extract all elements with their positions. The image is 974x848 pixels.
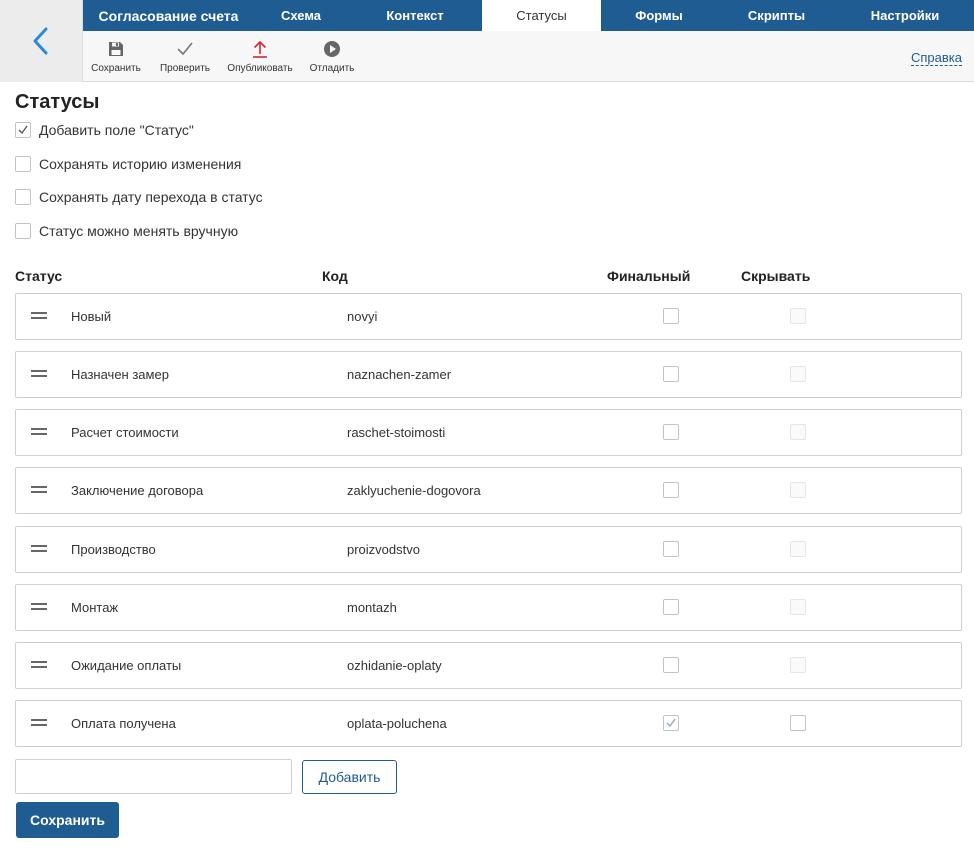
status-code: montazh [347, 600, 397, 615]
status-code: zaklyuchenie-dogovora [347, 483, 481, 498]
status-row: Производство proizvodstvo [15, 526, 962, 573]
manual-status-change-label: Статус можно менять вручную [39, 223, 239, 239]
drag-handle-icon[interactable] [31, 370, 47, 378]
final-checkbox[interactable] [663, 424, 679, 440]
tab-schema[interactable]: Схема [254, 0, 348, 31]
status-row: Оплата получена oplata-poluchena [15, 700, 962, 747]
final-checkbox[interactable] [663, 541, 679, 557]
hide-checkbox [790, 308, 806, 324]
toolbar: Сохранить Проверить Опубликовать Отладит… [83, 31, 974, 82]
hide-checkbox[interactable] [790, 715, 806, 731]
status-row: Новый novyi [15, 293, 962, 340]
status-row: Заключение договора zaklyuchenie-dogovor… [15, 467, 962, 514]
status-code: novyi [347, 309, 378, 324]
column-header-hide: Скрывать [741, 268, 811, 284]
hide-checkbox [790, 424, 806, 440]
status-code: ozhidanie-oplaty [347, 658, 442, 673]
checkmark-icon [176, 39, 194, 59]
save-transition-date-option[interactable]: Сохранять дату перехода в статус [15, 188, 263, 206]
status-name: Расчет стоимости [71, 425, 179, 440]
status-code: oplata-poluchena [347, 716, 447, 731]
back-button[interactable] [0, 0, 83, 82]
page-title: Статусы [15, 91, 100, 113]
publish-tool-label: Опубликовать [227, 62, 293, 74]
add-status-button[interactable]: Добавить [302, 760, 397, 794]
status-code: raschet-stoimosti [347, 425, 446, 440]
check-icon [666, 718, 676, 728]
drag-handle-icon[interactable] [31, 603, 47, 611]
status-name: Назначен замер [71, 367, 169, 382]
save-history-label: Сохранять историю изменения [39, 156, 242, 172]
add-status-field-label: Добавить поле "Статус" [39, 122, 194, 138]
final-checkbox[interactable] [663, 308, 679, 324]
upload-arrow-icon [251, 39, 269, 59]
check-icon [18, 125, 28, 135]
drag-handle-icon[interactable] [31, 428, 47, 436]
status-row: Ожидание оплаты ozhidanie-oplaty [15, 642, 962, 689]
save-history-checkbox[interactable] [15, 156, 31, 172]
check-tool-button[interactable]: Проверить [156, 31, 214, 81]
status-name: Производство [71, 542, 156, 557]
drag-handle-icon[interactable] [31, 312, 47, 320]
tab-context[interactable]: Контекст [348, 0, 482, 31]
debug-tool-button[interactable]: Отладить [306, 31, 358, 81]
status-name: Ожидание оплаты [71, 658, 182, 673]
save-button[interactable]: Сохранить [16, 802, 119, 838]
status-name: Новый [71, 309, 112, 324]
final-checkbox[interactable] [663, 599, 679, 615]
add-status-field-option[interactable]: Добавить поле "Статус" [15, 121, 194, 139]
new-status-input[interactable] [15, 759, 292, 794]
status-name: Монтаж [71, 600, 119, 615]
drag-handle-icon[interactable] [31, 486, 47, 494]
add-status-field-checkbox[interactable] [15, 122, 31, 138]
save-tool-label: Сохранить [91, 62, 141, 74]
hide-checkbox [790, 482, 806, 498]
tab-settings[interactable]: Настройки [836, 0, 974, 31]
drag-handle-icon[interactable] [31, 719, 47, 727]
drag-handle-icon[interactable] [31, 545, 47, 553]
check-tool-label: Проверить [159, 62, 210, 74]
status-code: naznachen-zamer [347, 367, 452, 382]
save-history-option[interactable]: Сохранять историю изменения [15, 155, 241, 173]
save-transition-date-label: Сохранять дату перехода в статус [39, 189, 263, 205]
hide-checkbox [790, 366, 806, 382]
debug-tool-label: Отладить [309, 62, 355, 74]
manual-status-change-option[interactable]: Статус можно менять вручную [15, 222, 238, 240]
status-row: Расчет стоимости raschet-stoimosti [15, 409, 962, 456]
process-tabs: Согласование счета Схема Контекст Статус… [83, 0, 974, 31]
status-row: Назначен замер naznachen-zamer [15, 351, 962, 398]
column-header-status: Статус [15, 268, 63, 284]
final-checkbox[interactable] [663, 366, 679, 382]
help-link[interactable]: Справка [911, 51, 962, 66]
hide-checkbox [790, 657, 806, 673]
hide-checkbox [790, 599, 806, 615]
status-row: Монтаж montazh [15, 584, 962, 631]
tab-statuses[interactable]: Статусы [482, 0, 601, 31]
save-tool-button[interactable]: Сохранить [89, 31, 143, 81]
column-header-final: Финальный [607, 268, 691, 284]
status-code: proizvodstvo [347, 542, 420, 557]
tab-forms[interactable]: Формы [601, 0, 717, 31]
play-circle-icon [323, 39, 341, 59]
tab-scripts[interactable]: Скрипты [717, 0, 836, 31]
tab-process-name[interactable]: Согласование счета [83, 0, 254, 31]
final-checkbox[interactable] [663, 482, 679, 498]
status-name: Заключение договора [71, 483, 204, 498]
final-checkbox[interactable] [663, 715, 679, 731]
final-checkbox[interactable] [663, 657, 679, 673]
publish-tool-button[interactable]: Опубликовать [224, 31, 296, 81]
chevron-left-icon [33, 27, 48, 55]
save-transition-date-checkbox[interactable] [15, 189, 31, 205]
floppy-disk-icon [108, 39, 124, 59]
manual-status-change-checkbox[interactable] [15, 223, 31, 239]
drag-handle-icon[interactable] [31, 661, 47, 669]
column-header-code: Код [322, 268, 348, 284]
hide-checkbox [790, 541, 806, 557]
status-name: Оплата получена [71, 716, 176, 731]
